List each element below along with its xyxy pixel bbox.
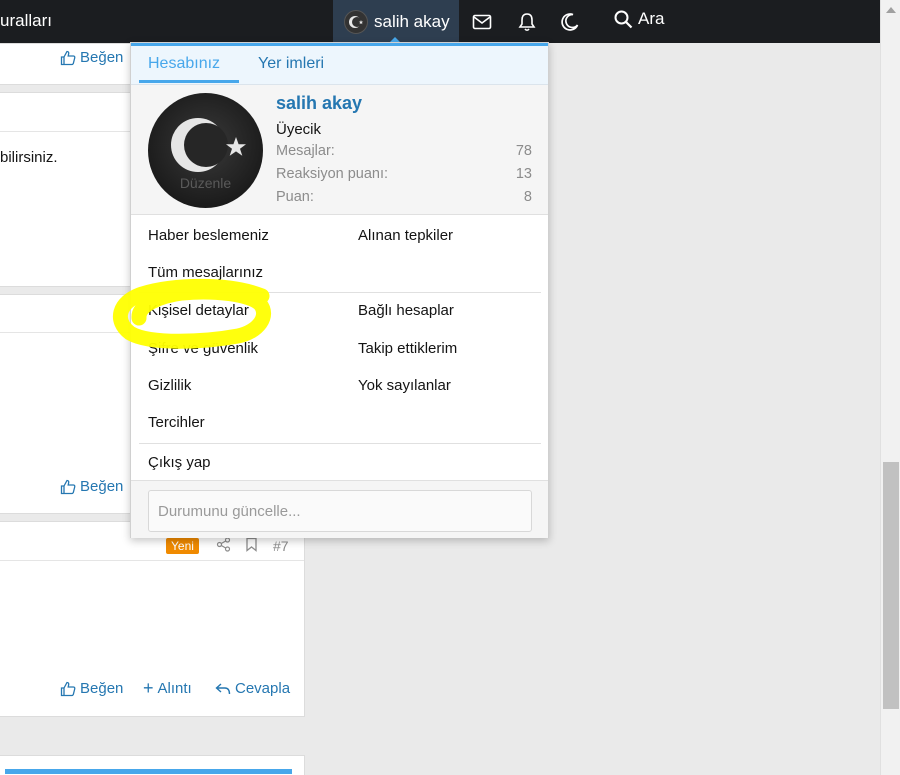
- thumbs-up-icon: [60, 479, 76, 494]
- menu-item-password-security[interactable]: Şifre ve güvenlik: [148, 340, 258, 357]
- active-tab-indicator: [139, 80, 239, 83]
- menu-separator: [139, 443, 541, 444]
- stat-label: Reaksiyon puanı:: [276, 166, 389, 182]
- quote-label: Alıntı: [157, 680, 192, 697]
- reply-label: Cevapla: [235, 680, 291, 697]
- nav-link-rules[interactable]: uralları: [0, 11, 52, 31]
- status-update-input[interactable]: [148, 490, 532, 532]
- new-badge: Yeni: [166, 538, 199, 554]
- menu-item-ignoring[interactable]: Yok sayılanlar: [358, 377, 451, 394]
- reply-button[interactable]: Cevapla: [215, 680, 290, 697]
- profile-username[interactable]: salih akay: [276, 93, 362, 114]
- post-card: Yeni #7 Beğen + Alıntı Cevapla: [0, 521, 305, 717]
- menu-item-logout[interactable]: Çıkış yap: [148, 454, 211, 471]
- post-body-text: bilirsiniz.: [0, 149, 58, 166]
- stat-value: 8: [523, 189, 532, 205]
- menu-separator: [139, 292, 541, 293]
- thumbs-up-icon: [60, 50, 76, 65]
- menu-item-personal-details[interactable]: Kişisel detaylar: [148, 302, 249, 319]
- like-button[interactable]: Beğen: [60, 478, 123, 495]
- account-menu-button[interactable]: salih akay: [333, 0, 459, 44]
- account-dropdown-menu: Hesabınız Yer imleri Düzenle salih akay …: [130, 42, 549, 538]
- stat-label: Puan:: [276, 189, 314, 205]
- post-divider: [0, 560, 304, 561]
- editor-toolbar-strip: [5, 769, 292, 774]
- reply-icon: [215, 682, 231, 694]
- moon-icon[interactable]: [559, 11, 581, 33]
- bookmark-icon[interactable]: [245, 537, 258, 552]
- menu-item-preferences[interactable]: Tercihler: [148, 414, 205, 431]
- like-button[interactable]: Beğen: [60, 680, 123, 697]
- user-title: Üyecik: [276, 121, 322, 138]
- profile-summary: Düzenle salih akay Üyecik Mesajlar: 78 R…: [131, 85, 548, 215]
- stat-reaction-score: Reaksiyon puanı: 13: [276, 166, 532, 182]
- reply-editor-card: [0, 755, 305, 775]
- stat-points: Puan: 8: [276, 189, 532, 205]
- like-button[interactable]: Beğen: [60, 49, 123, 66]
- avatar-edit-link[interactable]: Düzenle: [148, 175, 263, 191]
- post-number-link[interactable]: #7: [273, 538, 289, 554]
- like-label: Beğen: [80, 478, 124, 495]
- bell-icon[interactable]: [516, 11, 538, 33]
- page-scrollbar[interactable]: [880, 0, 900, 775]
- status-update-area: [131, 480, 548, 538]
- user-avatar[interactable]: Düzenle: [148, 93, 263, 208]
- menu-item-reactions-received[interactable]: Alınan tepkiler: [358, 227, 453, 244]
- user-avatar-small: [344, 9, 368, 34]
- share-icon[interactable]: [216, 537, 231, 552]
- scrollbar-thumb[interactable]: [883, 462, 899, 709]
- menu-item-your-messages[interactable]: Tüm mesajlarınız: [148, 264, 263, 281]
- menu-item-following[interactable]: Takip ettiklerim: [358, 340, 457, 357]
- thumbs-up-icon: [60, 681, 76, 696]
- search-label: Ara: [638, 9, 665, 28]
- stat-label: Mesajlar:: [276, 143, 335, 159]
- like-label: Beğen: [80, 680, 124, 697]
- top-navigation-bar: uralları salih akay Ara: [0, 0, 880, 44]
- scroll-up-arrow[interactable]: [886, 7, 896, 13]
- menu-tab-bar: Hesabınız Yer imleri: [131, 43, 548, 85]
- menu-item-connected-accounts[interactable]: Bağlı hesaplar: [358, 302, 454, 319]
- like-label: Beğen: [80, 49, 124, 66]
- stat-messages: Mesajlar: 78: [276, 143, 532, 159]
- menu-item-privacy[interactable]: Gizlilik: [148, 377, 191, 394]
- plus-icon: +: [143, 678, 154, 698]
- stat-value: 13: [515, 166, 532, 182]
- crescent-star-icon: [349, 15, 364, 28]
- mail-icon[interactable]: [471, 11, 493, 33]
- search-button[interactable]: Ara: [614, 9, 664, 29]
- stat-value: 78: [515, 143, 532, 159]
- menu-item-news-feed[interactable]: Haber beslemeniz: [148, 227, 269, 244]
- tab-bookmarks[interactable]: Yer imleri: [258, 55, 324, 73]
- account-name: salih akay: [374, 11, 450, 31]
- search-icon: [614, 10, 633, 28]
- tab-your-account[interactable]: Hesabınız: [148, 55, 220, 73]
- quote-button[interactable]: + Alıntı: [143, 678, 192, 698]
